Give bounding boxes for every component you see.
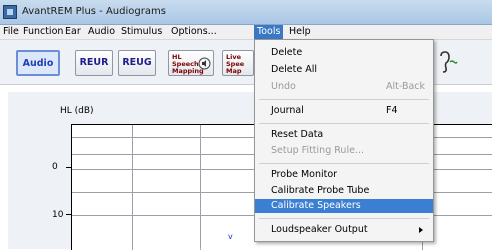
speaker-icon bbox=[198, 57, 211, 70]
menu-audio[interactable]: Audio bbox=[85, 25, 118, 39]
menu-item-delete[interactable]: Delete bbox=[255, 46, 433, 60]
plot-wedge bbox=[200, 212, 260, 249]
menu-item-calibrate-probe-tube[interactable]: Calibrate Probe Tube bbox=[255, 184, 433, 198]
menu-item-setup-fitting-rule: Setup Fitting Rule... bbox=[271, 145, 364, 156]
reug-button[interactable]: REUG bbox=[118, 50, 156, 76]
menu-item-undo: Undo Alt-Back bbox=[271, 81, 426, 92]
y-tick bbox=[66, 214, 72, 215]
menu-item-reset-data[interactable]: Reset Data bbox=[255, 128, 433, 142]
y-tick-label: 10 bbox=[52, 210, 64, 220]
live-speech-mapping-button[interactable]: Live Spee Map bbox=[222, 50, 254, 76]
grid-line bbox=[132, 125, 133, 250]
hl-speech-mapping-button[interactable]: HL Speech Mapping bbox=[168, 50, 214, 76]
audio-button[interactable]: Audio bbox=[16, 50, 60, 76]
menu-item-loudspeaker-output[interactable]: Loudspeaker Output bbox=[255, 223, 433, 237]
menu-bar: File Function Ear Audio Stimulus Options… bbox=[0, 25, 492, 40]
menu-item-probe-monitor[interactable]: Probe Monitor bbox=[255, 168, 433, 182]
menu-function[interactable]: Function bbox=[20, 25, 66, 39]
menu-tools[interactable]: Tools bbox=[254, 25, 284, 39]
menu-file[interactable]: File bbox=[0, 25, 22, 39]
menu-help[interactable]: Help bbox=[286, 25, 314, 39]
menu-separator bbox=[259, 163, 429, 164]
submenu-arrow-icon bbox=[419, 227, 423, 233]
menu-item-journal[interactable]: Journal F4 bbox=[255, 104, 433, 118]
tools-menu: Delete Delete All Undo Alt-Back Journal … bbox=[254, 39, 434, 242]
menu-item-delete-all[interactable]: Delete All bbox=[255, 63, 433, 77]
title-bar: AvantREM Plus - Audiograms bbox=[0, 0, 492, 25]
menu-separator bbox=[259, 123, 429, 124]
y-tick-label: 0 bbox=[52, 162, 58, 172]
probe-ear-icon[interactable] bbox=[438, 50, 458, 76]
menu-stimulus[interactable]: Stimulus bbox=[118, 25, 165, 39]
reur-button[interactable]: REUR bbox=[75, 50, 113, 76]
window-title: AvantREM Plus - Audiograms bbox=[22, 6, 166, 17]
menu-options[interactable]: Options... bbox=[168, 25, 220, 39]
app-icon bbox=[3, 5, 17, 19]
y-tick bbox=[66, 167, 72, 168]
menu-separator bbox=[259, 218, 429, 219]
y-axis-label: HL (dB) bbox=[60, 106, 94, 116]
plot-marker: v bbox=[228, 232, 233, 241]
menu-separator bbox=[259, 99, 429, 100]
menu-ear[interactable]: Ear bbox=[62, 25, 84, 39]
menu-item-calibrate-speakers[interactable]: Calibrate Speakers bbox=[255, 199, 433, 213]
